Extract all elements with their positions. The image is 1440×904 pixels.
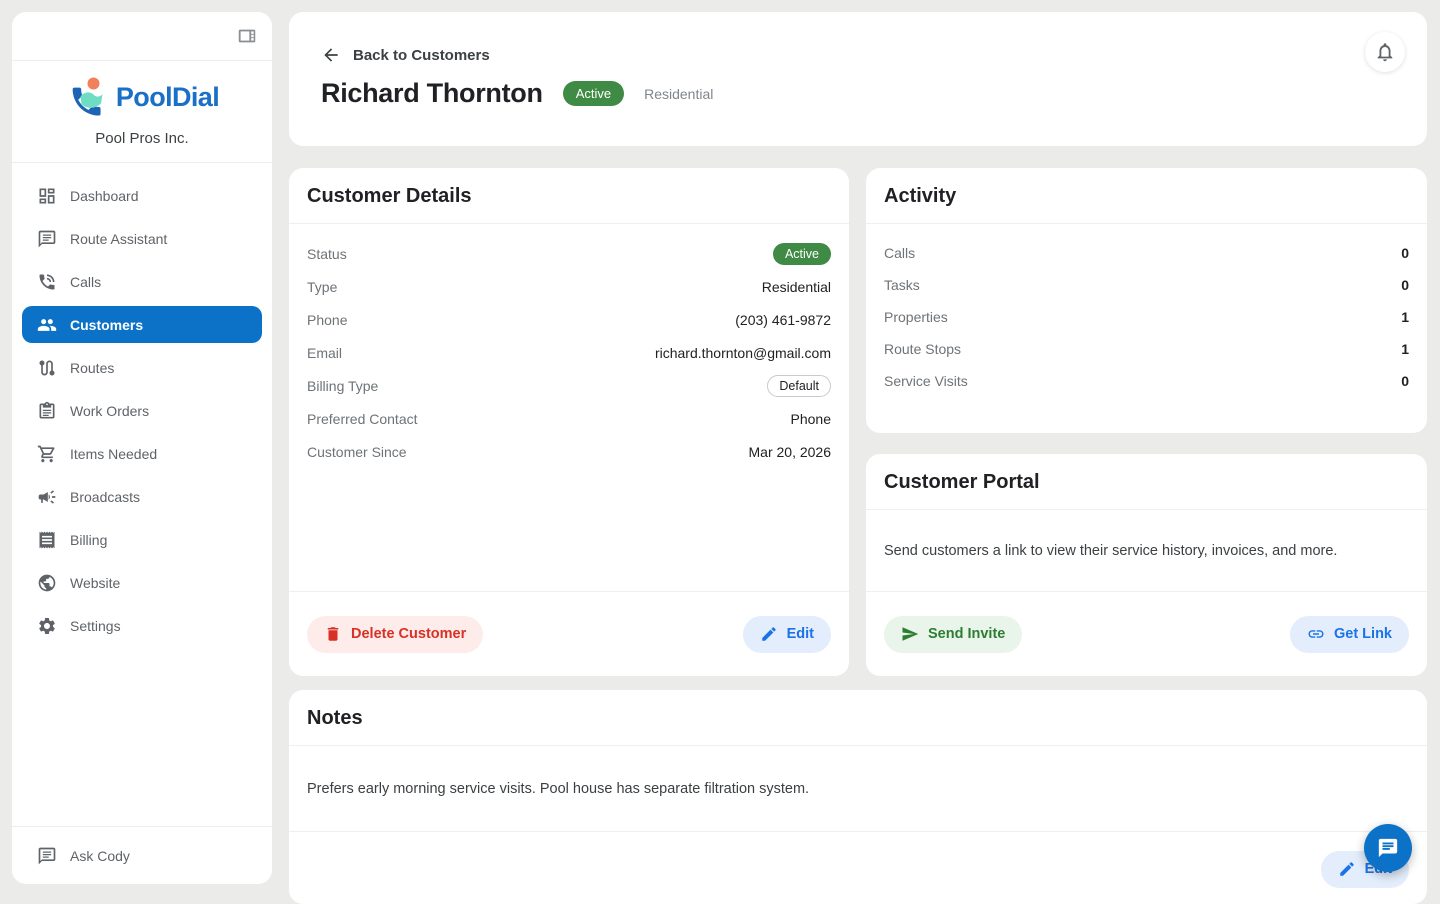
sidebar-item-items-needed[interactable]: Items Needed bbox=[22, 435, 262, 472]
billing-type-badge: Default bbox=[767, 375, 831, 397]
customer-name: Richard Thornton bbox=[321, 78, 543, 109]
sidebar-item-customers[interactable]: Customers bbox=[22, 306, 262, 343]
customer-portal-title: Customer Portal bbox=[866, 454, 1427, 510]
sidebar-item-label: Settings bbox=[70, 618, 121, 634]
phone-icon bbox=[37, 272, 57, 292]
activity-body: Calls 0 Tasks 0 Properties 1 Route Stops… bbox=[866, 224, 1427, 397]
back-to-customers-link[interactable]: Back to Customers bbox=[321, 45, 490, 65]
customer-type-label: Residential bbox=[644, 86, 713, 102]
customer-details-body: Status Active Type Residential Phone (20… bbox=[289, 224, 849, 591]
link-icon bbox=[1307, 625, 1325, 643]
get-link-button[interactable]: Get Link bbox=[1290, 616, 1409, 653]
customer-details-title: Customer Details bbox=[289, 168, 849, 224]
trash-icon bbox=[324, 625, 342, 643]
chat-icon bbox=[37, 846, 57, 866]
detail-row-status: Status Active bbox=[307, 237, 831, 270]
dashboard-icon bbox=[37, 186, 57, 206]
sidebar-footer: Ask Cody bbox=[12, 826, 272, 884]
customer-portal-footer: Send Invite Get Link bbox=[866, 591, 1427, 676]
sidebar-item-label: Customers bbox=[70, 317, 143, 333]
right-column: Activity Calls 0 Tasks 0 Properties 1 bbox=[866, 168, 1427, 676]
detail-row-customer-since: Customer Since Mar 20, 2026 bbox=[307, 435, 831, 468]
sidebar-item-label: Items Needed bbox=[70, 446, 157, 462]
route-icon bbox=[37, 358, 57, 378]
sidebar-item-dashboard[interactable]: Dashboard bbox=[22, 177, 262, 214]
customer-details-card: Customer Details Status Active Type Resi… bbox=[289, 168, 849, 676]
notes-title: Notes bbox=[289, 690, 1427, 746]
customer-header: Back to Customers Richard Thornton Activ… bbox=[289, 12, 1427, 146]
detail-row-preferred-contact: Preferred Contact Phone bbox=[307, 402, 831, 435]
gear-icon bbox=[37, 616, 57, 636]
bell-icon bbox=[1374, 41, 1396, 63]
notes-card: Notes Prefers early morning service visi… bbox=[289, 690, 1427, 904]
delete-customer-button[interactable]: Delete Customer bbox=[307, 616, 483, 653]
sidebar-item-label: Route Assistant bbox=[70, 231, 167, 247]
sidebar-item-calls[interactable]: Calls bbox=[22, 263, 262, 300]
main-content: Back to Customers Richard Thornton Activ… bbox=[289, 12, 1427, 904]
sidebar-item-label: Broadcasts bbox=[70, 489, 140, 505]
ask-cody-label: Ask Cody bbox=[70, 848, 130, 864]
activity-row-route-stops: Route Stops 1 bbox=[884, 333, 1409, 365]
receipt-icon bbox=[37, 530, 57, 550]
status-badge: Active bbox=[563, 81, 624, 106]
sidebar: PoolDial Pool Pros Inc. Dashboard Route … bbox=[12, 12, 272, 884]
sidebar-item-route-assistant[interactable]: Route Assistant bbox=[22, 220, 262, 257]
detail-row-billing-type: Billing Type Default bbox=[307, 369, 831, 402]
sidebar-item-work-orders[interactable]: Work Orders bbox=[22, 392, 262, 429]
detail-row-phone: Phone (203) 461-9872 bbox=[307, 303, 831, 336]
ask-cody-button[interactable]: Ask Cody bbox=[22, 837, 262, 874]
send-icon bbox=[901, 625, 919, 643]
notifications-button[interactable] bbox=[1365, 32, 1405, 72]
sidebar-item-label: Routes bbox=[70, 360, 114, 376]
sidebar-item-label: Billing bbox=[70, 532, 107, 548]
sidebar-item-label: Dashboard bbox=[70, 188, 139, 204]
pooldial-logo-icon bbox=[65, 74, 111, 120]
sidebar-nav: Dashboard Route Assistant Calls Customer… bbox=[12, 163, 272, 644]
activity-row-service-visits: Service Visits 0 bbox=[884, 365, 1409, 397]
notes-content: Prefers early morning service visits. Po… bbox=[289, 746, 1427, 832]
customer-portal-description: Send customers a link to view their serv… bbox=[866, 510, 1427, 591]
megaphone-icon bbox=[37, 487, 57, 507]
sidebar-item-settings[interactable]: Settings bbox=[22, 607, 262, 644]
detail-row-email: Email richard.thornton@gmail.com bbox=[307, 336, 831, 369]
back-label: Back to Customers bbox=[353, 47, 490, 64]
clipboard-icon bbox=[37, 401, 57, 421]
chat-bubble-icon bbox=[1377, 837, 1399, 859]
sidebar-spacer bbox=[12, 644, 272, 826]
brand-logo: PoolDial Pool Pros Inc. bbox=[12, 61, 272, 163]
globe-icon bbox=[37, 573, 57, 593]
sidebar-item-billing[interactable]: Billing bbox=[22, 521, 262, 558]
collapse-sidebar-icon[interactable] bbox=[236, 25, 258, 47]
detail-row-type: Type Residential bbox=[307, 270, 831, 303]
company-name: Pool Pros Inc. bbox=[12, 130, 272, 147]
cards-row: Customer Details Status Active Type Resi… bbox=[289, 168, 1427, 676]
sidebar-item-label: Work Orders bbox=[70, 403, 149, 419]
customer-title-row: Richard Thornton Active Residential bbox=[321, 78, 1395, 109]
activity-title: Activity bbox=[866, 168, 1427, 224]
back-arrow-icon bbox=[321, 45, 341, 65]
sidebar-item-label: Calls bbox=[70, 274, 101, 290]
edit-customer-button[interactable]: Edit bbox=[743, 616, 831, 653]
chat-fab-button[interactable] bbox=[1364, 824, 1412, 872]
cart-icon bbox=[37, 444, 57, 464]
sidebar-item-website[interactable]: Website bbox=[22, 564, 262, 601]
activity-row-properties: Properties 1 bbox=[884, 301, 1409, 333]
customer-details-footer: Delete Customer Edit bbox=[289, 591, 849, 676]
customer-portal-card: Customer Portal Send customers a link to… bbox=[866, 454, 1427, 676]
status-badge: Active bbox=[773, 243, 831, 265]
pencil-icon bbox=[1338, 860, 1356, 878]
notes-footer: Edit bbox=[289, 832, 1427, 904]
activity-card: Activity Calls 0 Tasks 0 Properties 1 bbox=[866, 168, 1427, 433]
activity-row-tasks: Tasks 0 bbox=[884, 269, 1409, 301]
sidebar-item-label: Website bbox=[70, 575, 120, 591]
pencil-icon bbox=[760, 625, 778, 643]
send-invite-button[interactable]: Send Invite bbox=[884, 616, 1022, 653]
people-icon bbox=[37, 315, 57, 335]
brand-wordmark: PoolDial bbox=[116, 82, 219, 113]
sidebar-topbar bbox=[12, 12, 272, 61]
sidebar-item-routes[interactable]: Routes bbox=[22, 349, 262, 386]
sidebar-item-broadcasts[interactable]: Broadcasts bbox=[22, 478, 262, 515]
activity-row-calls: Calls 0 bbox=[884, 237, 1409, 269]
chat-icon bbox=[37, 229, 57, 249]
